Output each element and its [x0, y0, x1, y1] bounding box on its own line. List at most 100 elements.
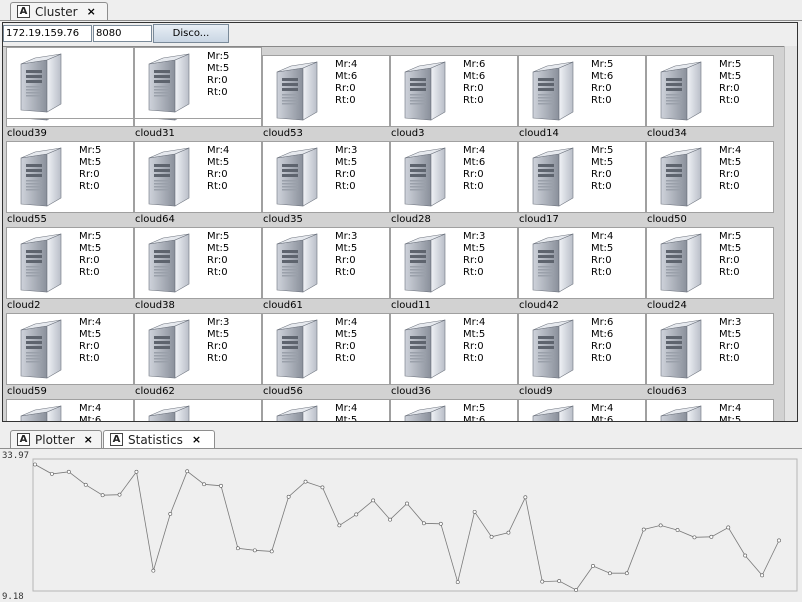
- server-node[interactable]: Mr:4 Mt:5 Rr:0 Rt:0 cloud64: [134, 141, 262, 227]
- stat-label: Rr:: [79, 341, 94, 352]
- tab-cluster[interactable]: A Cluster ×: [10, 2, 108, 20]
- stat-label: Mt:: [591, 329, 607, 340]
- data-point: [100, 493, 105, 498]
- server-node[interactable]: Mr:5 Mt:5 Rr:0 Rt:0 cloud17: [518, 141, 646, 227]
- server-node[interactable]: Mr:4 Mt:5 Rr:0 Rt:0 cloud50: [646, 141, 774, 227]
- server-node[interactable]: Mr:5 Mt:5 Rr:0 Rt:0 cloud55: [6, 141, 134, 227]
- node-stats: Mr:4Mt:5Rr:0Rt:0: [719, 145, 741, 193]
- stat-label: Rt:: [463, 95, 478, 106]
- stat-value-mt: 6: [350, 71, 358, 82]
- stat-value-rt: 0: [477, 267, 484, 278]
- server-node[interactable]: Mr:4Mt:5Rr:0Rt:0: [262, 399, 390, 421]
- server-card[interactable]: Mr:3 Mt:5 Rr:0 Rt:0: [134, 313, 262, 385]
- tab-statistics[interactable]: A Statistics ×: [103, 430, 215, 448]
- server-node[interactable]: Mr:4 Mt:5 Rr:0 Rt:0 cloud56: [262, 313, 390, 399]
- server-card[interactable]: Mr:5Mt:6Rr:0Rt:0: [518, 55, 646, 127]
- server-card[interactable]: Mr:5 Mt:5 Rr:0 Rt:0: [134, 47, 262, 119]
- stat-value-mt: 5: [734, 329, 742, 340]
- server-node[interactable]: Mr:4 Mt:5 Rr:0 Rt:0 cloud36: [390, 313, 518, 399]
- server-card[interactable]: Mr:Mt:Rr:Rt:: [134, 399, 262, 421]
- close-icon[interactable]: ×: [87, 5, 96, 18]
- server-card[interactable]: Mr:4Mt:5Rr:0Rt:0: [646, 141, 774, 213]
- server-icon: [660, 405, 702, 421]
- server-node[interactable]: Mr:4 Mt:6 Rr:0 Rt:0 cloud28: [390, 141, 518, 227]
- server-node[interactable]: Mr:5 Mt:5 Rr:0 Rt:0 cloud34: [646, 55, 774, 141]
- stat-label: Mt:: [719, 243, 735, 254]
- server-card[interactable]: Mr:5 Mt:5 Rr:0 Rt:0: [6, 141, 134, 213]
- server-card[interactable]: Mr:5 Mt:5 Rr:0 Rt:0: [6, 227, 134, 299]
- server-icon: [404, 233, 446, 293]
- stat-value-mt: 6: [606, 329, 614, 340]
- server-node[interactable]: Mr:3 Mt:5 Rr:0 Rt:0 cloud35: [262, 141, 390, 227]
- stat-value-mt: 5: [734, 71, 742, 82]
- server-card[interactable]: Mr:6Mt:6Rr:0Rt:0: [518, 313, 646, 385]
- server-node[interactable]: Mr:6 Mt:6 Rr:0 Rt:0 cloud3: [390, 55, 518, 141]
- server-icon: [660, 61, 702, 121]
- stat-label: Mr:: [335, 145, 351, 156]
- stat-label: Rt:: [591, 353, 606, 364]
- server-node[interactable]: Mr:4Mt:5Rr:0Rt:0: [646, 399, 774, 421]
- stat-value-mt: 5: [350, 243, 358, 254]
- server-card[interactable]: Mr:4Mt:6Rr:0Rt:0: [518, 399, 646, 421]
- server-node[interactable]: Mr:5 Mt:5 Rr:0 Rt:0 cloud38: [134, 227, 262, 313]
- server-node[interactable]: Mr:3 Mt:5 Rr:0 Rt:0 cloud62: [134, 313, 262, 399]
- server-card[interactable]: Mr:3 Mt:5 Rr:0 Rt:0: [646, 313, 774, 385]
- server-node[interactable]: Mr:Mt:Rr:Rt:: [6, 47, 134, 133]
- close-icon[interactable]: ×: [192, 433, 201, 446]
- server-icon: [532, 405, 574, 421]
- server-node[interactable]: Mr:3 Mt:5 Rr:0 Rt:0 cloud11: [390, 227, 518, 313]
- node-stats: Mr:3 Mt:5 Rr:0 Rt:0: [207, 317, 229, 365]
- server-card[interactable]: Mr:4Mt:5Rr:0Rt:0: [262, 399, 390, 421]
- server-node[interactable]: Mr:4 Mt:6 Rr:0 Rt:0 cloud53: [262, 55, 390, 141]
- data-point: [557, 579, 562, 583]
- server-card[interactable]: Mr:5Mt:6Rr:0Rt:0: [390, 399, 518, 421]
- port-input[interactable]: [93, 25, 152, 42]
- server-card[interactable]: Mr:4Mt:6Rr:0Rt:0: [262, 55, 390, 127]
- node-grid: Mr:5Mt:6Rr:0Rt:0cloud39 Mr:6Mt:6Rr:0Rt:0…: [3, 46, 785, 421]
- vertical-scrollbar[interactable]: [784, 46, 797, 421]
- node-name: cloud28: [391, 214, 431, 225]
- server-card[interactable]: Mr:3 Mt:5 Rr:0 Rt:0: [390, 227, 518, 299]
- server-card[interactable]: Mr:4Mt:6Rr:0Rt:0: [390, 141, 518, 213]
- server-card[interactable]: Mr:4Mt:5Rr:0Rt:0: [134, 141, 262, 213]
- server-card[interactable]: Mr:4Mt:5Rr:0Rt:0: [6, 313, 134, 385]
- server-card[interactable]: Mr:4Mt:6Rr:0Rt:0: [6, 399, 134, 421]
- server-card[interactable]: Mr:4Mt:5Rr:0Rt:0: [262, 313, 390, 385]
- discover-button[interactable]: Disco...: [153, 24, 229, 43]
- ip-address-input[interactable]: [3, 25, 92, 42]
- server-card[interactable]: Mr:3 Mt:5 Rr:0 Rt:0: [262, 141, 390, 213]
- server-card[interactable]: Mr:5 Mt:5 Rr:0 Rt:0: [646, 55, 774, 127]
- server-node[interactable]: Mr:6 Mt:6 Rr:0 Rt:0 cloud9: [518, 313, 646, 399]
- data-point: [236, 546, 240, 551]
- server-node[interactable]: Mr:5 Mt:5 Rr:0 Rt:0 cloud24: [646, 227, 774, 313]
- server-node[interactable]: Mr:5 Mt:6 Rr:0 Rt:0 cloud14: [518, 55, 646, 141]
- data-point: [83, 482, 88, 487]
- server-node[interactable]: Mr:3 Mt:5 Rr:0 Rt:0 cloud63: [646, 313, 774, 399]
- server-card[interactable]: Mr:Mt:Rr:Rt:: [6, 47, 134, 119]
- server-card[interactable]: Mr:4Mt:5Rr:0Rt:0: [518, 227, 646, 299]
- data-point: [66, 469, 71, 474]
- plot-area: [32, 458, 798, 592]
- server-card[interactable]: Mr:4Mt:5Rr:0Rt:0: [646, 399, 774, 421]
- server-node[interactable]: Mr:5 Mt:5 Rr:0 Rt:0 cloud2: [6, 227, 134, 313]
- server-node[interactable]: Mr:4 Mt:5 Rr:0 Rt:0 cloud59: [6, 313, 134, 399]
- server-node[interactable]: Mr:4 Mt:5 Rr:0 Rt:0 cloud42: [518, 227, 646, 313]
- server-card[interactable]: Mr:5 Mt:5 Rr:0 Rt:0: [518, 141, 646, 213]
- server-node[interactable]: Mr:5 Mt:5 Rr:0 Rt:0: [134, 47, 262, 133]
- server-card[interactable]: Mr:6Mt:6Rr:0Rt:0: [390, 55, 518, 127]
- stat-label: Mr:: [79, 317, 95, 328]
- stat-label: Mt:: [719, 329, 735, 340]
- server-node[interactable]: Mr:Mt:Rr:Rt:: [134, 399, 262, 421]
- server-node[interactable]: Mr:4Mt:6Rr:0Rt:0: [6, 399, 134, 421]
- node-name: cloud55: [7, 214, 47, 225]
- server-node[interactable]: Mr:3 Mt:5 Rr:0 Rt:0 cloud61: [262, 227, 390, 313]
- server-card[interactable]: Mr:3 Mt:5 Rr:0 Rt:0: [262, 227, 390, 299]
- server-card[interactable]: Mr:4Mt:5Rr:0Rt:0: [390, 313, 518, 385]
- server-card[interactable]: Mr:5 Mt:5 Rr:0 Rt:0: [646, 227, 774, 299]
- tab-plotter[interactable]: A Plotter ×: [10, 430, 102, 448]
- server-card[interactable]: Mr:5 Mt:5 Rr:0 Rt:0: [134, 227, 262, 299]
- server-node[interactable]: Mr:4Mt:6Rr:0Rt:0: [518, 399, 646, 421]
- close-icon[interactable]: ×: [84, 433, 93, 446]
- stat-value-rr: 0: [221, 169, 228, 180]
- server-node[interactable]: Mr:5Mt:6Rr:0Rt:0: [390, 399, 518, 421]
